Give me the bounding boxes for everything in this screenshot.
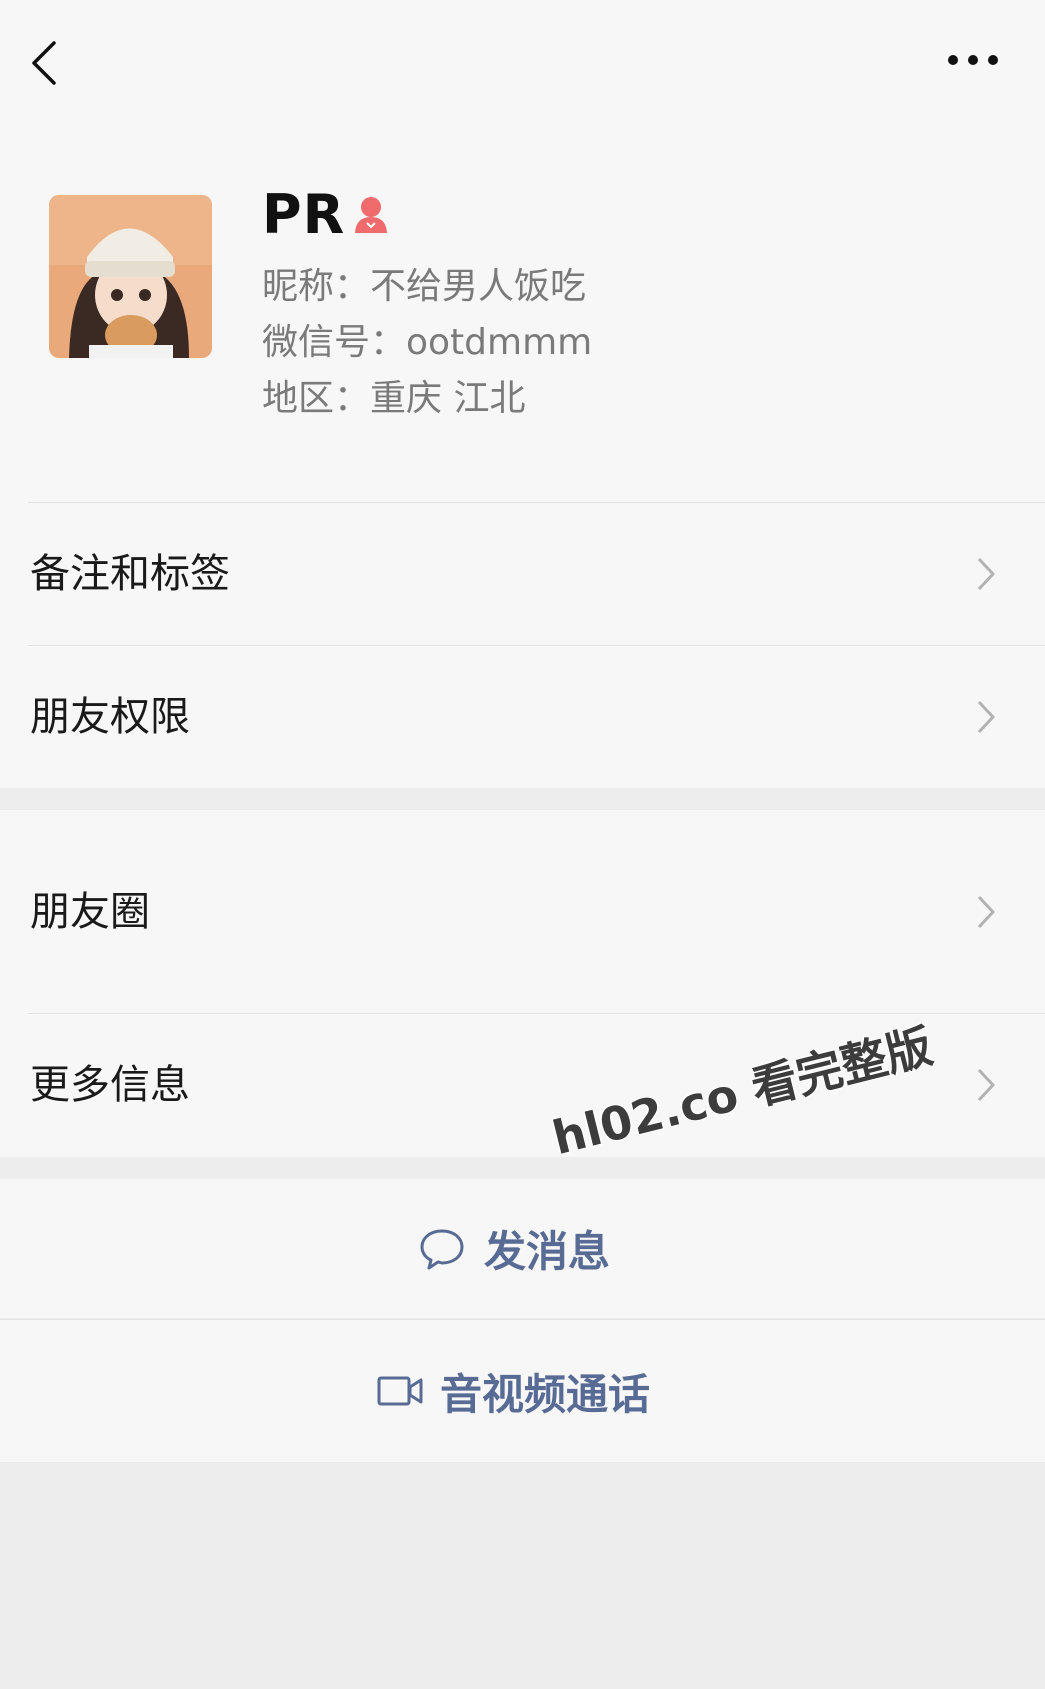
more-dots-icon[interactable] xyxy=(945,46,1001,74)
female-icon xyxy=(355,197,387,233)
nickname-text: 昵称：不给男人饭吃 xyxy=(262,266,587,307)
region-text: 地区：重庆 江北 xyxy=(262,378,526,419)
menu-friend-permissions-label: 朋友权限 xyxy=(30,694,190,740)
menu-remarks-tags-label: 备注和标签 xyxy=(30,551,230,597)
send-message-button[interactable]: 发消息 xyxy=(0,1179,1045,1318)
video-call-label: 音视频通话 xyxy=(440,1369,651,1419)
chevron-right-icon xyxy=(977,895,995,929)
menu-moments[interactable]: 朋友圈 xyxy=(0,810,1045,1013)
menu-remarks-tags[interactable]: 备注和标签 xyxy=(0,504,1045,644)
chevron-left-icon[interactable] xyxy=(28,38,62,88)
chevron-right-icon xyxy=(977,557,995,591)
chevron-right-icon xyxy=(977,700,995,734)
chat-bubble-icon xyxy=(420,1229,464,1269)
video-call-button[interactable]: 音视频通话 xyxy=(0,1320,1045,1462)
profile-name: PR xyxy=(262,183,346,246)
chevron-right-icon xyxy=(977,1068,995,1102)
menu-moments-label: 朋友圈 xyxy=(30,889,150,935)
avatar[interactable] xyxy=(49,195,212,358)
send-message-label: 发消息 xyxy=(484,1227,611,1276)
menu-friend-permissions[interactable]: 朋友权限 xyxy=(0,646,1045,788)
divider xyxy=(28,1013,1045,1014)
profile-header-panel: PR 昵称：不给男人饭吃 微信号：ootdmmm 地区：重庆 江北 备注和标签 … xyxy=(0,0,1045,788)
divider xyxy=(28,502,1045,503)
menu-more-info-label: 更多信息 xyxy=(30,1062,190,1108)
wechat-id-text: 微信号：ootdmmm xyxy=(262,322,593,363)
video-camera-icon xyxy=(377,1376,423,1406)
